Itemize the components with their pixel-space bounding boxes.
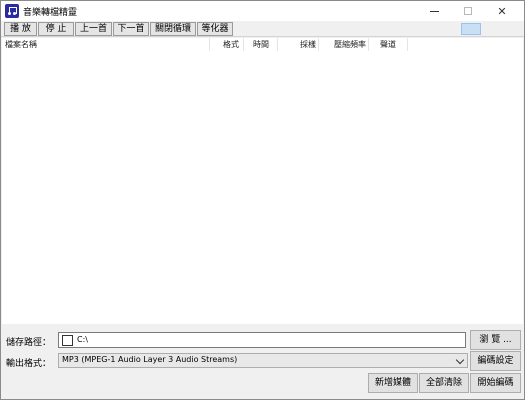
close-icon: ✕ (497, 4, 507, 18)
maximize-button[interactable] (451, 1, 485, 21)
previous-button[interactable]: 上一首 (75, 22, 112, 36)
music-note-icon (5, 4, 19, 18)
output-format-select[interactable]: MP3 (MPEG-1 Audio Layer 3 Audio Streams) (58, 353, 468, 368)
equalizer-button[interactable]: 等化器 (197, 22, 233, 36)
column-format[interactable]: 格式 (210, 38, 244, 51)
start-encode-button[interactable]: 開始編碼 (470, 373, 521, 393)
toolbar-indicator (461, 23, 481, 35)
output-format-value: MP3 (MPEG-1 Audio Layer 3 Audio Streams) (62, 355, 238, 364)
column-sample-rate[interactable]: 採樣 (278, 38, 319, 51)
play-button[interactable]: 播 放 (4, 22, 37, 36)
title-bar: 音樂轉檔精靈 ✕ (1, 1, 524, 21)
output-format-label: 輸出格式： (6, 359, 52, 369)
save-path-checkbox[interactable] (62, 335, 73, 346)
save-path-field[interactable]: C:\ (58, 332, 466, 348)
minimize-button[interactable] (417, 1, 451, 21)
chevron-down-icon (455, 355, 465, 365)
encode-settings-button[interactable]: 編碼設定 (470, 351, 521, 371)
column-bitrate[interactable]: 壓縮頻率 (319, 38, 369, 51)
next-button[interactable]: 下一首 (113, 22, 149, 36)
column-filename[interactable]: 檔案名稱 (2, 38, 210, 51)
app-window: 音樂轉檔精靈 ✕ 播 放 停 止 上一首 下一首 關閉循環 等化器 檔案名稱 格… (0, 0, 525, 400)
close-button[interactable]: ✕ (485, 1, 519, 21)
minimize-icon (429, 10, 439, 12)
window-title: 音樂轉檔精靈 (23, 8, 78, 18)
add-media-button[interactable]: 新增媒體 (368, 373, 418, 393)
browse-button[interactable]: 瀏 覽 ... (470, 330, 521, 350)
clear-all-button[interactable]: 全部清除 (419, 373, 469, 393)
toolbar: 播 放 停 止 上一首 下一首 關閉循環 等化器 (1, 21, 524, 37)
column-channels[interactable]: 聲道 (369, 38, 408, 51)
stop-button[interactable]: 停 止 (38, 22, 74, 36)
maximize-icon (464, 7, 472, 15)
file-list[interactable]: 檔案名稱 格式 時間 採樣 壓縮頻率 聲道 (2, 38, 523, 324)
loop-toggle-button[interactable]: 關閉循環 (150, 22, 196, 36)
save-path-value: C:\ (77, 335, 88, 344)
column-duration[interactable]: 時間 (244, 38, 278, 51)
save-path-label: 儲存路徑： (6, 338, 52, 348)
list-header: 檔案名稱 格式 時間 採樣 壓縮頻率 聲道 (2, 38, 523, 51)
